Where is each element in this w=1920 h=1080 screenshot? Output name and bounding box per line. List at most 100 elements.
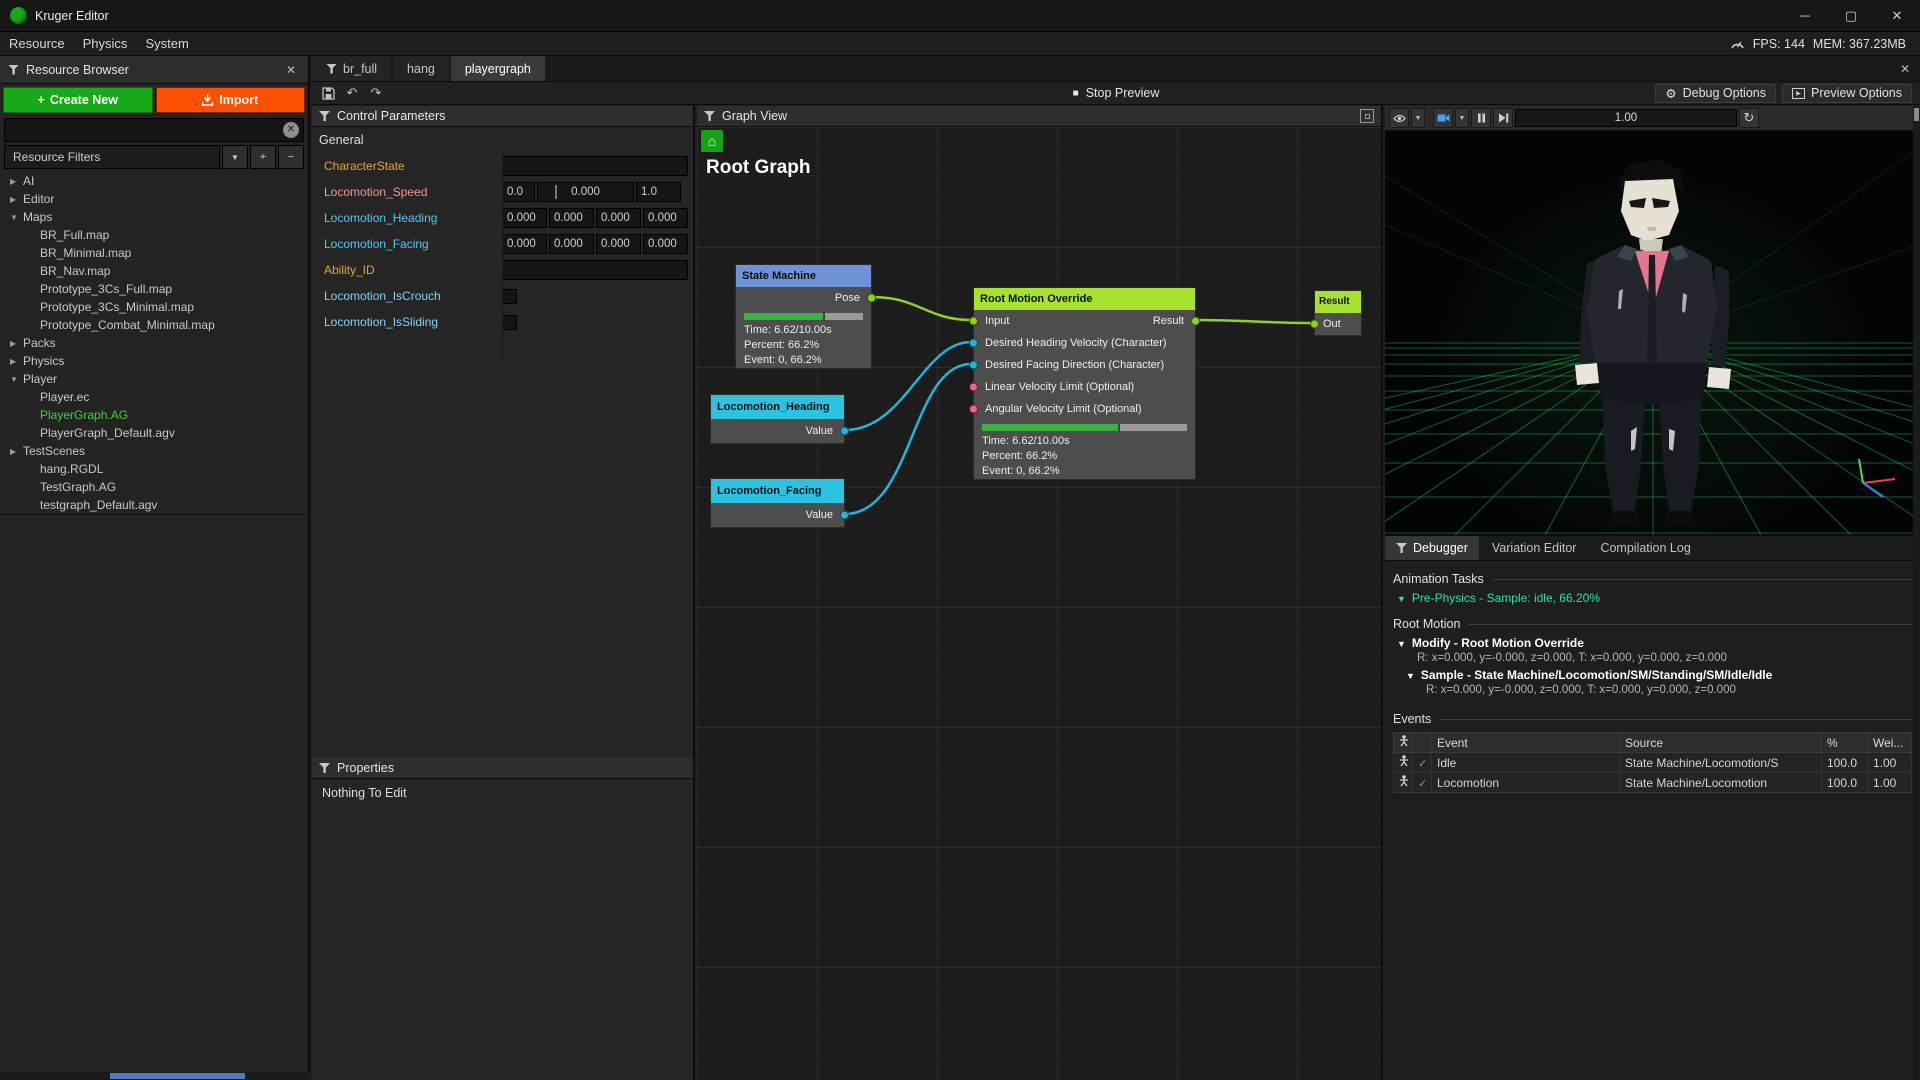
resource-search-input[interactable]: ✕	[4, 118, 304, 142]
root-motion-sample-row[interactable]: ▼ Sample - State Machine/Locomotion/SM/St…	[1393, 668, 1912, 682]
facing-y-input[interactable]: 0.000	[549, 234, 594, 254]
tree-item[interactable]: BR_Nav.map	[0, 262, 308, 280]
menu-system[interactable]: System	[136, 36, 197, 51]
tree-item[interactable]: Player.ec	[0, 388, 308, 406]
right-scrollbar[interactable]	[1913, 106, 1920, 1080]
port-value-output[interactable]	[840, 510, 849, 520]
heading-x-input[interactable]: 0.000	[502, 208, 547, 228]
maximize-button[interactable]: ▢	[1828, 0, 1874, 31]
is-sliding-checkbox[interactable]	[502, 314, 517, 330]
tab-playergraph[interactable]: playergraph	[450, 56, 545, 81]
clear-search-icon[interactable]: ✕	[283, 122, 299, 138]
tab-variation-editor[interactable]: Variation Editor	[1481, 536, 1588, 560]
port-result-output[interactable]	[1191, 316, 1200, 326]
tree-item-testscenes[interactable]: ▶ TestScenes	[0, 442, 308, 460]
undo-button[interactable]: ↶	[342, 84, 362, 102]
animation-task-row[interactable]: ▼ Pre-Physics - Sample: idle, 66.20%	[1393, 591, 1912, 605]
step-button[interactable]	[1493, 108, 1513, 128]
speed-max-input[interactable]: 1.0	[636, 182, 681, 202]
tree-item[interactable]: TestGraph.AG	[0, 478, 308, 496]
port-value-output[interactable]	[840, 426, 849, 436]
event-row-locomotion[interactable]: ✓ Locomotion State Machine/Locomotion 10…	[1393, 772, 1912, 793]
port-desired-heading-velocity[interactable]	[969, 338, 978, 348]
scrollbar-thumb[interactable]	[110, 1073, 245, 1079]
port-pose-output[interactable]	[867, 293, 876, 303]
camera-mode-button[interactable]	[1433, 108, 1453, 128]
tree-item[interactable]: Prototype_3Cs_Full.map	[0, 280, 308, 298]
tree-item[interactable]: Prototype_3Cs_Minimal.map	[0, 298, 308, 316]
is-crouch-checkbox[interactable]	[502, 288, 517, 304]
tree-item-selected[interactable]: PlayerGraph.AG	[0, 406, 308, 424]
tab-debugger[interactable]: Debugger	[1385, 536, 1479, 560]
characterstate-input[interactable]	[502, 156, 688, 176]
tab-hang[interactable]: hang	[393, 56, 449, 81]
root-motion-modify-row[interactable]: ▼ Modify - Root Motion Override	[1393, 636, 1912, 650]
facing-z-input[interactable]: 0.000	[596, 234, 641, 254]
tree-item-ai[interactable]: ▶ AI	[0, 172, 308, 190]
tab-compilation-log[interactable]: Compilation Log	[1589, 536, 1701, 560]
facing-w-input[interactable]: 0.000	[643, 234, 688, 254]
port-out-input[interactable]	[1310, 319, 1319, 329]
add-filter-button[interactable]: +	[250, 145, 276, 169]
tree-item-packs[interactable]: ▶ Packs	[0, 334, 308, 352]
port-angular-velocity-limit[interactable]	[969, 404, 978, 414]
node-state-machine[interactable]: State Machine Pose Time: 6.62/10.00s Per…	[735, 264, 876, 369]
port-desired-facing-direction[interactable]	[969, 360, 978, 370]
panel-close-icon[interactable]: ✕	[1896, 60, 1914, 78]
tree-item-maps[interactable]: ▼ Maps	[0, 208, 308, 226]
node-locomotion-facing[interactable]: Locomotion_Facing Value	[710, 478, 849, 528]
reset-button[interactable]: ↻	[1739, 108, 1759, 128]
preview-viewport[interactable]	[1385, 131, 1920, 535]
tree-item[interactable]: PlayerGraph_Default.agv	[0, 424, 308, 442]
tree-horizontal-scrollbar[interactable]	[0, 1072, 310, 1080]
menu-resource[interactable]: Resource	[0, 36, 74, 51]
playback-speed-input[interactable]: 1.00	[1515, 109, 1737, 127]
tree-item-physics[interactable]: ▶ Physics	[0, 352, 308, 370]
camera-dropdown[interactable]: ▼	[1455, 108, 1469, 128]
tree-item[interactable]: BR_Full.map	[0, 226, 308, 244]
expander-icon[interactable]: ▼	[1406, 671, 1415, 681]
event-row-idle[interactable]: ✓ Idle State Machine/Locomotion/S 100.0 …	[1393, 752, 1912, 773]
heading-y-input[interactable]: 0.000	[549, 208, 594, 228]
ability-id-input[interactable]	[502, 260, 688, 280]
tree-item-editor[interactable]: ▶ Editor	[0, 190, 308, 208]
save-button[interactable]	[318, 84, 338, 102]
graph-canvas[interactable]: ⌂ Root Graph State Machine Pose Time: 6.…	[697, 127, 1381, 1080]
node-result[interactable]: Result Out	[1310, 290, 1362, 336]
filters-expand-button[interactable]: ▼	[222, 145, 248, 169]
tree-item[interactable]: Prototype_Combat_Minimal.map	[0, 316, 308, 334]
expander-icon[interactable]: ▼	[1397, 594, 1406, 604]
port-input[interactable]	[969, 316, 978, 326]
fit-view-icon[interactable]	[1360, 109, 1374, 123]
remove-filter-button[interactable]: −	[278, 145, 304, 169]
node-locomotion-heading[interactable]: Locomotion_Heading Value	[710, 394, 849, 444]
menu-physics[interactable]: Physics	[74, 36, 137, 51]
scrollbar-thumb[interactable]	[1914, 108, 1919, 121]
heading-w-input[interactable]: 0.000	[643, 208, 688, 228]
speed-slider[interactable]: 0.000	[537, 182, 634, 202]
tree-item-player[interactable]: ▼ Player	[0, 370, 308, 388]
minimize-button[interactable]: ─	[1782, 0, 1828, 31]
heading-z-input[interactable]: 0.000	[596, 208, 641, 228]
tree-item[interactable]: hang.RGDL	[0, 460, 308, 478]
resource-browser-close-icon[interactable]: ✕	[282, 61, 300, 79]
visibility-button[interactable]	[1389, 108, 1409, 128]
port-linear-velocity-limit[interactable]	[969, 382, 978, 392]
stop-preview-button[interactable]: ■ Stop Preview	[1073, 86, 1160, 100]
close-button[interactable]: ✕	[1874, 0, 1920, 31]
tab-br-full[interactable]: br_full	[312, 56, 392, 81]
resource-filters-dropdown[interactable]: Resource Filters	[4, 145, 220, 169]
create-new-button[interactable]: + Create New	[3, 87, 153, 113]
tree-item[interactable]: testgraph_Default.agv	[0, 496, 308, 514]
speed-min-input[interactable]: 0.0	[502, 182, 535, 202]
visibility-dropdown[interactable]: ▼	[1411, 108, 1425, 128]
redo-button[interactable]: ↷	[366, 84, 386, 102]
pause-button[interactable]	[1471, 108, 1491, 128]
tree-item[interactable]: BR_Minimal.map	[0, 244, 308, 262]
expander-icon[interactable]: ▼	[1397, 639, 1406, 649]
import-button[interactable]: Import	[155, 87, 305, 113]
debug-options-button[interactable]: ⚙ Debug Options	[1655, 83, 1776, 103]
node-root-motion-override[interactable]: Root Motion Override Input Result Desire…	[969, 287, 1200, 480]
facing-x-input[interactable]: 0.000	[502, 234, 547, 254]
graph-home-button[interactable]: ⌂	[701, 130, 723, 152]
